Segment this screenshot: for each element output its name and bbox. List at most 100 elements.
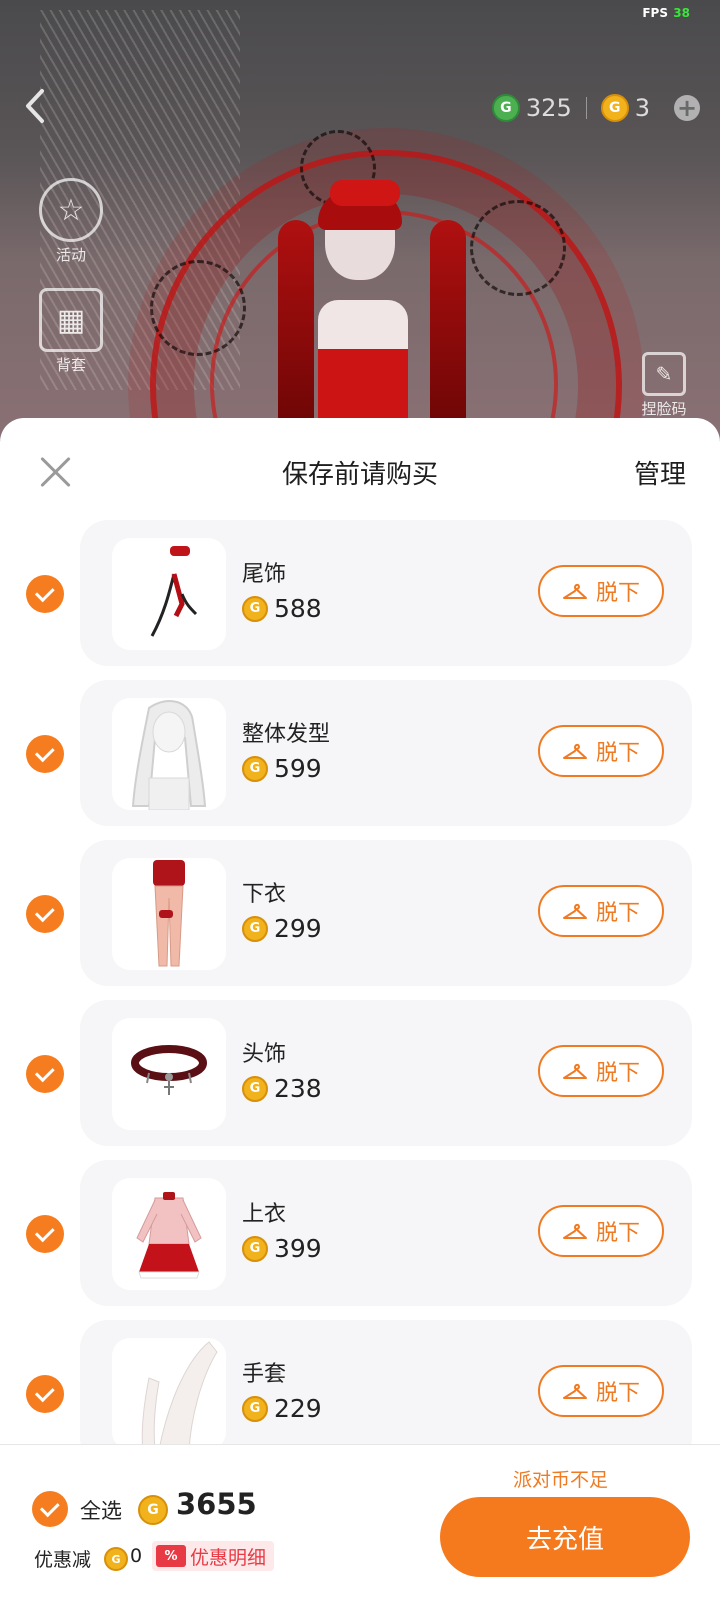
add-currency-button[interactable]: + xyxy=(674,94,700,122)
item-card[interactable]: 下衣 G 299 脱下 xyxy=(80,840,692,986)
item-name: 头饰 xyxy=(242,1042,287,1067)
item-card[interactable]: 尾饰 G 588 脱下 xyxy=(80,520,692,666)
item-price-value: 299 xyxy=(274,914,322,943)
ornament-decoration xyxy=(470,200,566,296)
gold-coin-icon: G xyxy=(242,1075,268,1102)
item-checkbox[interactable] xyxy=(26,895,64,933)
gold-coin-icon: G xyxy=(138,1495,168,1525)
item-thumbnail xyxy=(112,538,226,650)
recharge-button[interactable]: 去充值 xyxy=(440,1497,690,1577)
face-code-button[interactable]: ✎ 捏脸码 xyxy=(624,352,704,419)
gold-coin-icon: G xyxy=(242,1235,268,1262)
item-card[interactable]: 头饰 G 238 脱下 xyxy=(80,1000,692,1146)
green-currency: G 325 xyxy=(491,94,572,122)
remove-label: 脱下 xyxy=(595,1061,640,1086)
discount-detail-label: 优惠明细 xyxy=(190,1546,267,1569)
list-item: 下衣 G 299 脱下 xyxy=(0,840,720,986)
item-price-value: 238 xyxy=(274,1074,322,1103)
activity-label: 活动 xyxy=(55,246,86,264)
chevron-left-icon xyxy=(26,89,44,123)
purchase-sheet: 保存前请购买 管理 尾饰 G 588 脱下 整体发型 G 599 脱下 下衣 G… xyxy=(0,418,720,1600)
character-bow xyxy=(330,180,400,206)
item-name: 手套 xyxy=(242,1362,287,1387)
character-hair-left xyxy=(278,220,314,440)
item-price: G 299 xyxy=(242,914,322,943)
gold-coin-icon: G xyxy=(242,915,268,942)
remove-label: 脱下 xyxy=(595,581,640,606)
item-checkbox[interactable] xyxy=(26,1375,64,1413)
gold-currency: G 3 xyxy=(600,94,650,122)
item-price: G 229 xyxy=(242,1394,322,1423)
checkout-footer: 派对币不足 全选 G 3655 优惠减 G 0 % 优惠明细 去充值 xyxy=(0,1444,720,1601)
character-hair-right xyxy=(430,220,466,440)
item-checkbox[interactable] xyxy=(26,1055,64,1093)
item-checkbox[interactable] xyxy=(26,735,64,773)
item-card[interactable]: 上衣 G 399 脱下 xyxy=(80,1160,692,1306)
gold-coin-icon: G xyxy=(242,595,268,622)
remove-label: 脱下 xyxy=(595,1221,640,1246)
star-icon: ☆ xyxy=(39,178,103,242)
remove-button[interactable]: 脱下 xyxy=(538,1365,664,1417)
item-thumbnail xyxy=(112,698,226,810)
manage-button[interactable]: 管理 xyxy=(634,454,686,491)
tail-accessory-icon xyxy=(150,546,198,637)
back-button[interactable] xyxy=(24,88,54,128)
total-price: 3655 xyxy=(176,1487,257,1521)
item-price-value: 588 xyxy=(274,594,322,623)
item-price: G 599 xyxy=(242,754,322,783)
fps-value: 38 xyxy=(673,6,690,20)
select-all-checkbox[interactable] xyxy=(32,1491,68,1527)
remove-button[interactable]: 脱下 xyxy=(538,565,664,617)
gift-label: 背套 xyxy=(55,356,86,374)
remove-button[interactable]: 脱下 xyxy=(538,1045,664,1097)
item-name: 下衣 xyxy=(242,882,287,907)
green-currency-value: 325 xyxy=(525,94,572,122)
item-price-value: 229 xyxy=(274,1394,322,1423)
green-coin-icon: G xyxy=(491,94,520,122)
remove-button[interactable]: 脱下 xyxy=(538,885,664,937)
remove-button[interactable]: 脱下 xyxy=(538,725,664,777)
activity-button[interactable]: ☆ 活动 xyxy=(36,178,106,265)
item-checkbox[interactable] xyxy=(26,1215,64,1253)
item-name: 尾饰 xyxy=(242,562,287,587)
list-item: 整体发型 G 599 脱下 xyxy=(0,680,720,826)
hanger-icon xyxy=(562,583,587,599)
fps-label: FPS xyxy=(642,6,668,20)
item-price-value: 599 xyxy=(274,754,322,783)
hanger-icon xyxy=(562,1223,587,1239)
item-price-value: 399 xyxy=(274,1234,322,1263)
item-thumbnail xyxy=(112,858,226,970)
list-item: 尾饰 G 588 脱下 xyxy=(0,520,720,666)
face-code-label: 捏脸码 xyxy=(641,400,687,418)
sheet-header: 保存前请购买 管理 xyxy=(0,418,720,514)
edit-icon: ✎ xyxy=(642,352,686,396)
item-name: 上衣 xyxy=(242,1202,287,1227)
item-name: 整体发型 xyxy=(242,722,331,747)
gift-button[interactable]: ▦ 背套 xyxy=(36,288,106,375)
remove-button[interactable]: 脱下 xyxy=(538,1205,664,1257)
list-item: 头饰 G 238 脱下 xyxy=(0,1000,720,1146)
discount-detail-button[interactable]: % 优惠明细 xyxy=(152,1541,275,1571)
hanger-icon xyxy=(562,743,587,759)
hanger-icon xyxy=(562,903,587,919)
item-card[interactable]: 整体发型 G 599 脱下 xyxy=(80,680,692,826)
percent-icon: % xyxy=(156,1545,186,1567)
top-outfit-icon xyxy=(136,1192,202,1279)
item-price: G 399 xyxy=(242,1234,322,1263)
ornament-decoration xyxy=(150,260,246,356)
gift-box-icon: ▦ xyxy=(39,288,103,352)
item-checkbox[interactable] xyxy=(26,575,64,613)
discount-label: 优惠减 xyxy=(34,1549,92,1571)
currency-bar: G 325 G 3 + xyxy=(491,90,700,126)
insufficient-notice: 派对币不足 xyxy=(512,1469,608,1491)
select-all-label[interactable]: 全选 xyxy=(80,1495,122,1525)
item-thumbnail xyxy=(112,1338,226,1450)
gold-coin-icon: G xyxy=(242,755,268,782)
game-scene-background: FPS 38 G 325 G 3 + ☆ 活动 ▦ 背套 ✎ 捏脸码 xyxy=(0,0,720,440)
item-thumbnail xyxy=(112,1178,226,1290)
remove-label: 脱下 xyxy=(595,901,640,926)
gold-coin-icon: G xyxy=(242,1395,268,1422)
choker-icon xyxy=(131,1045,207,1095)
bottoms-icon xyxy=(153,860,185,967)
discount-value: 0 xyxy=(130,1545,143,1567)
